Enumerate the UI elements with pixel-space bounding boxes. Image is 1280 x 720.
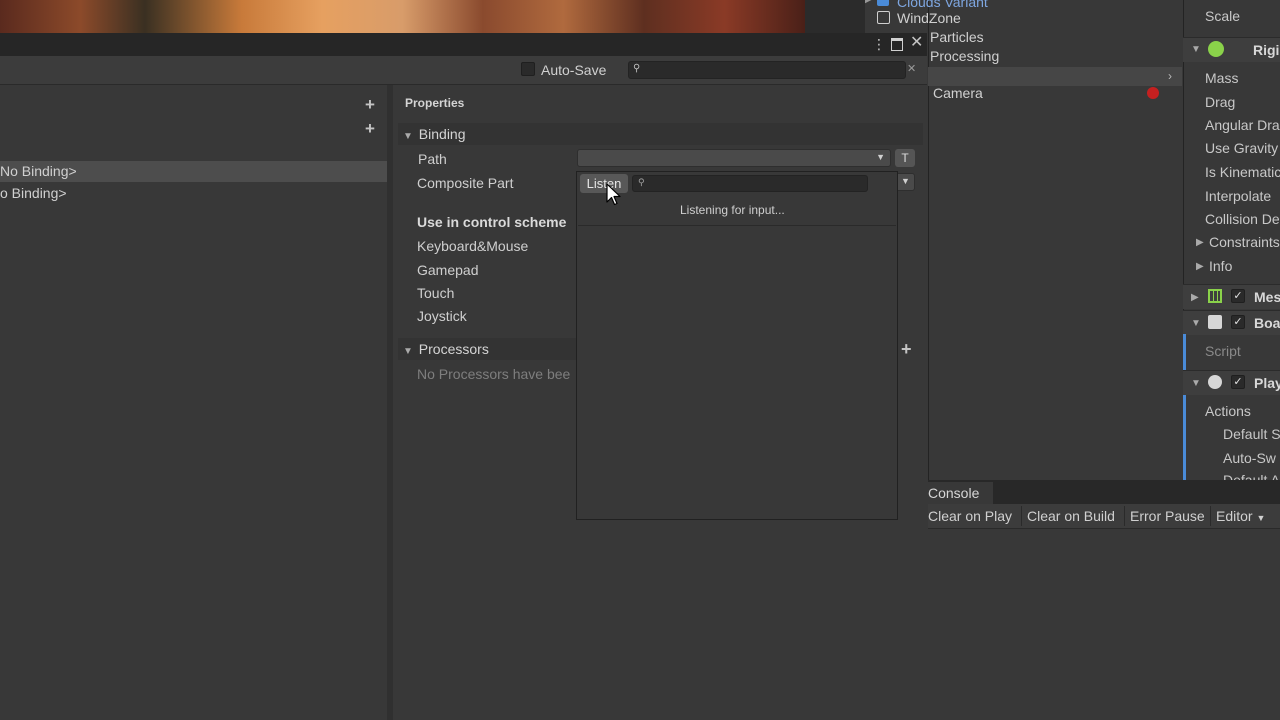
search-icon: ⚲: [638, 177, 645, 187]
actions-search-input[interactable]: ⚲: [628, 61, 906, 79]
script-icon: [1208, 315, 1222, 329]
angular-drag-label: Angular Dra: [1205, 117, 1280, 133]
chevron-down-icon: ▼: [1256, 513, 1266, 523]
player-input-icon: [1208, 375, 1222, 389]
default-scheme-label: Default S: [1223, 426, 1280, 442]
rigidbody-title: Rigi: [1253, 42, 1280, 58]
toolbar-separator: [1021, 506, 1022, 526]
clear-on-play-button[interactable]: Clear on Play: [928, 506, 1012, 526]
toolbar-separator: [1124, 506, 1125, 526]
properties-header: Properties: [405, 96, 465, 110]
collapse-triangle-icon: ▼: [403, 346, 413, 357]
scheme-touch[interactable]: Touch: [417, 285, 454, 301]
close-icon[interactable]: ✕: [910, 35, 923, 51]
binding-section-label: Binding: [418, 126, 466, 142]
control-search-input[interactable]: ⚲: [632, 175, 868, 192]
listening-status-text: Listening for input...: [680, 203, 785, 217]
use-gravity-label: Use Gravity: [1205, 140, 1279, 156]
maximize-icon[interactable]: [891, 38, 903, 51]
drag-label: Drag: [1205, 94, 1236, 110]
processors-section-label: Processors: [418, 341, 489, 357]
text-mode-button[interactable]: T: [895, 149, 915, 167]
binding-row[interactable]: No Binding>: [0, 161, 387, 182]
hierarchy-selected-row[interactable]: [928, 67, 1182, 86]
chevron-right-icon[interactable]: ›: [1168, 69, 1172, 83]
add-processor-icon[interactable]: +: [901, 340, 912, 358]
mesh-icon: [1208, 289, 1222, 303]
hierarchy-item-windzone[interactable]: WindZone: [897, 10, 961, 26]
expand-triangle-icon: ▶: [865, 0, 873, 5]
mass-label: Mass: [1205, 70, 1239, 86]
player-input-enabled-checkbox[interactable]: ✓: [1231, 375, 1245, 389]
hierarchy-item-particles[interactable]: Particles: [930, 29, 984, 45]
script-label: Script: [1205, 343, 1241, 359]
hierarchy-item-processing[interactable]: Processing: [930, 48, 999, 64]
auto-save-checkbox[interactable]: [521, 62, 535, 76]
scheme-gamepad[interactable]: Gamepad: [417, 262, 478, 278]
player-input-title: Play: [1254, 375, 1280, 391]
mesh-enabled-checkbox[interactable]: ✓: [1231, 289, 1245, 303]
collapse-triangle-icon: ▼: [1191, 378, 1201, 389]
no-processors-text: No Processors have bee: [417, 366, 571, 382]
scale-label: Scale: [1205, 8, 1241, 24]
control-scheme-heading: Use in control scheme: [417, 214, 567, 230]
collapse-triangle-icon: ▼: [403, 131, 413, 142]
scene-view-preview: [0, 0, 805, 33]
binding-label: No Binding>: [0, 163, 77, 179]
board-title: Boa: [1254, 315, 1280, 331]
path-dropdown[interactable]: ▼: [577, 149, 891, 167]
editor-dropdown-label: Editor: [1216, 508, 1253, 524]
popup-divider: [578, 225, 896, 226]
clear-search-icon[interactable]: ✕: [907, 62, 916, 75]
mouse-cursor-icon: [606, 183, 621, 206]
collision-detection-label: Collision De: [1205, 211, 1280, 227]
interpolate-label: Interpolate: [1205, 188, 1272, 204]
auto-save-label: Auto-Save: [541, 62, 607, 78]
editor-dropdown[interactable]: Editor ▼: [1216, 506, 1265, 526]
chevron-down-icon: ▼: [876, 152, 885, 162]
default-action-label: Default A: [1223, 472, 1280, 480]
auto-switch-label: Auto-Sw: [1223, 450, 1276, 466]
binding-label: o Binding>: [0, 185, 67, 201]
constraints-foldout[interactable]: Constraints: [1209, 234, 1280, 250]
prefab-icon: [877, 0, 889, 6]
actions-label: Actions: [1205, 403, 1251, 419]
chevron-down-icon: ▼: [901, 176, 910, 186]
scene-view-edge: [805, 0, 865, 33]
clear-on-build-button[interactable]: Clear on Build: [1027, 506, 1115, 526]
hierarchy-item-clouds[interactable]: Clouds Variant: [897, 0, 988, 10]
mesh-title: Mes: [1254, 289, 1280, 305]
window-titlebar: [0, 33, 927, 56]
board-enabled-checkbox[interactable]: ✓: [1231, 315, 1245, 329]
binding-section-header[interactable]: ▼ Binding: [398, 123, 923, 145]
rigidbody-icon: [1208, 41, 1224, 57]
pane-divider[interactable]: [387, 85, 393, 720]
component-highlight-bar: [1183, 334, 1186, 480]
collapse-triangle-icon: ▼: [1191, 318, 1201, 329]
info-foldout[interactable]: Info: [1209, 258, 1232, 274]
binding-row[interactable]: o Binding>: [0, 183, 387, 204]
tab-console[interactable]: Console: [928, 482, 993, 504]
composite-part-dropdown[interactable]: ▼: [895, 173, 915, 191]
scheme-joystick[interactable]: Joystick: [417, 308, 467, 324]
toolbar-separator: [1210, 506, 1211, 526]
gameobject-icon: [877, 11, 890, 24]
error-pause-button[interactable]: Error Pause: [1130, 506, 1205, 526]
expand-triangle-icon[interactable]: ▶: [1196, 237, 1204, 248]
error-badge-icon: [1147, 87, 1159, 99]
expand-triangle-icon[interactable]: ▶: [1196, 261, 1204, 272]
composite-part-label: Composite Part: [417, 175, 514, 191]
collapse-triangle-icon: ▼: [1191, 44, 1201, 55]
add-action-map-icon[interactable]: +: [365, 96, 375, 113]
path-label: Path: [418, 151, 447, 167]
is-kinematic-label: Is Kinematic: [1205, 164, 1280, 180]
search-icon: ⚲: [633, 63, 641, 74]
more-options-icon[interactable]: ⋮: [872, 37, 886, 51]
expand-triangle-icon: ▶: [1191, 292, 1199, 303]
add-action-icon[interactable]: +: [365, 120, 375, 137]
hierarchy-item-camera[interactable]: Camera: [933, 85, 983, 101]
control-picker-popup: [576, 171, 898, 520]
scheme-keyboard-mouse[interactable]: Keyboard&Mouse: [417, 238, 528, 254]
processors-section-header[interactable]: ▼ Processors: [398, 338, 576, 360]
